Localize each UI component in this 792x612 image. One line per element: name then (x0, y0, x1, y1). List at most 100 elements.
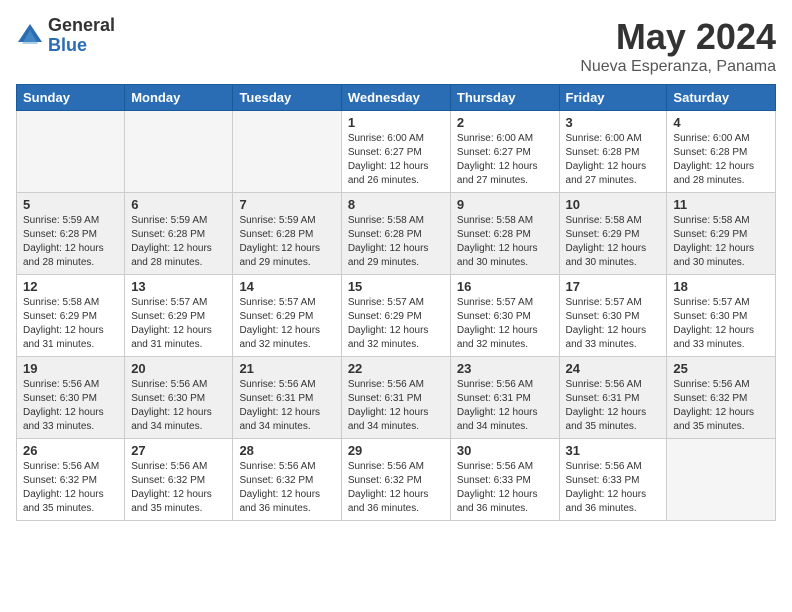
day-info: Sunrise: 5:56 AM Sunset: 6:30 PM Dayligh… (23, 378, 118, 434)
calendar-cell: 26 Sunrise: 5:56 AM Sunset: 6:32 PM Dayli… (17, 439, 125, 521)
calendar-cell: 13Sunrise: 5:57 AM Sunset: 6:29 PM Dayli… (125, 275, 233, 357)
day-number: 23 (457, 361, 553, 376)
calendar-week-row: 26 Sunrise: 5:56 AM Sunset: 6:32 PM Dayli… (17, 439, 776, 521)
calendar-cell: 3 Sunrise: 6:00 AM Sunset: 6:28 PM Daylig… (559, 111, 667, 193)
day-info: Sunrise: 5:56 AM Sunset: 6:32 PM Dayligh… (131, 460, 226, 516)
day-number: 5 (23, 197, 118, 212)
day-number: 13 (131, 279, 226, 294)
calendar-cell: 12Sunrise: 5:58 AM Sunset: 6:29 PM Dayli… (17, 275, 125, 357)
day-number: 21 (239, 361, 334, 376)
day-number: 29 (348, 443, 444, 458)
page-header: General Blue May 2024 Nueva Esperanza, P… (16, 16, 776, 76)
calendar-cell: 2 Sunrise: 6:00 AM Sunset: 6:27 PM Daylig… (450, 111, 559, 193)
day-info: Sunrise: 5:56 AM Sunset: 6:31 PM Dayligh… (457, 378, 553, 434)
day-info: Sunrise: 5:58 AM Sunset: 6:28 PM Dayligh… (457, 214, 553, 270)
calendar-cell: 21 Sunrise: 5:56 AM Sunset: 6:31 PM Dayli… (233, 357, 341, 439)
calendar-cell: 19 Sunrise: 5:56 AM Sunset: 6:30 PM Dayli… (17, 357, 125, 439)
weekday-header-thursday: Thursday (450, 85, 559, 111)
calendar-cell: 9 Sunrise: 5:58 AM Sunset: 6:28 PM Daylig… (450, 193, 559, 275)
calendar-cell (17, 111, 125, 193)
day-info: Sunrise: 5:57 AM Sunset: 6:30 PM Dayligh… (457, 296, 553, 352)
calendar-cell: 1Sunrise: 6:00 AM Sunset: 6:27 PM Daylig… (341, 111, 450, 193)
day-number: 3 (566, 115, 661, 130)
day-info: Sunrise: 5:56 AM Sunset: 6:32 PM Dayligh… (673, 378, 769, 434)
calendar-week-row: 5 Sunrise: 5:59 AM Sunset: 6:28 PM Daylig… (17, 193, 776, 275)
day-info: Sunrise: 5:58 AM Sunset: 6:29 PM Dayligh… (566, 214, 661, 270)
calendar-week-row: 12Sunrise: 5:58 AM Sunset: 6:29 PM Dayli… (17, 275, 776, 357)
day-number: 26 (23, 443, 118, 458)
logo: General Blue (16, 16, 115, 56)
day-number: 19 (23, 361, 118, 376)
day-number: 31 (566, 443, 661, 458)
day-number: 17 (566, 279, 661, 294)
day-info: Sunrise: 5:56 AM Sunset: 6:30 PM Dayligh… (131, 378, 226, 434)
calendar-week-row: 1Sunrise: 6:00 AM Sunset: 6:27 PM Daylig… (17, 111, 776, 193)
calendar-cell: 20 Sunrise: 5:56 AM Sunset: 6:30 PM Dayli… (125, 357, 233, 439)
day-number: 11 (673, 197, 769, 212)
calendar-cell: 6 Sunrise: 5:59 AM Sunset: 6:28 PM Daylig… (125, 193, 233, 275)
main-title: May 2024 (580, 16, 776, 58)
calendar-cell (667, 439, 776, 521)
calendar-cell (125, 111, 233, 193)
day-number: 30 (457, 443, 553, 458)
calendar-cell: 28Sunrise: 5:56 AM Sunset: 6:32 PM Dayli… (233, 439, 341, 521)
subtitle: Nueva Esperanza, Panama (580, 58, 776, 76)
day-number: 27 (131, 443, 226, 458)
day-number: 25 (673, 361, 769, 376)
calendar-cell (233, 111, 341, 193)
day-number: 6 (131, 197, 226, 212)
weekday-header-monday: Monday (125, 85, 233, 111)
title-section: May 2024 Nueva Esperanza, Panama (580, 16, 776, 76)
day-number: 14 (239, 279, 334, 294)
calendar-cell: 23 Sunrise: 5:56 AM Sunset: 6:31 PM Dayli… (450, 357, 559, 439)
day-info: Sunrise: 5:56 AM Sunset: 6:33 PM Dayligh… (566, 460, 661, 516)
day-info: Sunrise: 5:56 AM Sunset: 6:32 PM Dayligh… (23, 460, 118, 516)
calendar-cell: 17Sunrise: 5:57 AM Sunset: 6:30 PM Dayli… (559, 275, 667, 357)
calendar-week-row: 19 Sunrise: 5:56 AM Sunset: 6:30 PM Dayli… (17, 357, 776, 439)
calendar-cell: 11 Sunrise: 5:58 AM Sunset: 6:29 PM Dayli… (667, 193, 776, 275)
calendar-cell: 25 Sunrise: 5:56 AM Sunset: 6:32 PM Dayli… (667, 357, 776, 439)
calendar-cell: 24 Sunrise: 5:56 AM Sunset: 6:31 PM Dayli… (559, 357, 667, 439)
weekday-header-friday: Friday (559, 85, 667, 111)
day-number: 24 (566, 361, 661, 376)
calendar-cell: 8Sunrise: 5:58 AM Sunset: 6:28 PM Daylig… (341, 193, 450, 275)
day-info: Sunrise: 5:59 AM Sunset: 6:28 PM Dayligh… (131, 214, 226, 270)
day-info: Sunrise: 5:59 AM Sunset: 6:28 PM Dayligh… (23, 214, 118, 270)
day-number: 7 (239, 197, 334, 212)
day-number: 15 (348, 279, 444, 294)
day-number: 22 (348, 361, 444, 376)
day-info: Sunrise: 5:58 AM Sunset: 6:28 PM Dayligh… (348, 214, 444, 270)
weekday-header-wednesday: Wednesday (341, 85, 450, 111)
day-info: Sunrise: 6:00 AM Sunset: 6:27 PM Dayligh… (457, 132, 553, 188)
day-number: 16 (457, 279, 553, 294)
calendar-cell: 27 Sunrise: 5:56 AM Sunset: 6:32 PM Dayli… (125, 439, 233, 521)
calendar-cell: 15 Sunrise: 5:57 AM Sunset: 6:29 PM Dayli… (341, 275, 450, 357)
calendar-cell: 14 Sunrise: 5:57 AM Sunset: 6:29 PM Dayli… (233, 275, 341, 357)
calendar-cell: 7Sunrise: 5:59 AM Sunset: 6:28 PM Daylig… (233, 193, 341, 275)
day-info: Sunrise: 5:57 AM Sunset: 6:29 PM Dayligh… (239, 296, 334, 352)
calendar-cell: 4Sunrise: 6:00 AM Sunset: 6:28 PM Daylig… (667, 111, 776, 193)
logo-text: General Blue (48, 16, 115, 56)
day-number: 10 (566, 197, 661, 212)
calendar-cell: 31 Sunrise: 5:56 AM Sunset: 6:33 PM Dayli… (559, 439, 667, 521)
day-number: 9 (457, 197, 553, 212)
day-info: Sunrise: 6:00 AM Sunset: 6:28 PM Dayligh… (566, 132, 661, 188)
day-number: 4 (673, 115, 769, 130)
weekday-header-tuesday: Tuesday (233, 85, 341, 111)
day-number: 20 (131, 361, 226, 376)
calendar-cell: 30 Sunrise: 5:56 AM Sunset: 6:33 PM Dayli… (450, 439, 559, 521)
day-number: 28 (239, 443, 334, 458)
logo-icon (16, 22, 44, 50)
logo-blue-text: Blue (48, 36, 115, 56)
day-info: Sunrise: 5:57 AM Sunset: 6:29 PM Dayligh… (348, 296, 444, 352)
weekday-header-row: SundayMondayTuesdayWednesdayThursdayFrid… (17, 85, 776, 111)
day-info: Sunrise: 6:00 AM Sunset: 6:27 PM Dayligh… (348, 132, 444, 188)
day-info: Sunrise: 5:56 AM Sunset: 6:31 PM Dayligh… (239, 378, 334, 434)
day-info: Sunrise: 5:58 AM Sunset: 6:29 PM Dayligh… (23, 296, 118, 352)
day-info: Sunrise: 5:56 AM Sunset: 6:31 PM Dayligh… (566, 378, 661, 434)
day-info: Sunrise: 5:56 AM Sunset: 6:33 PM Dayligh… (457, 460, 553, 516)
day-info: Sunrise: 5:58 AM Sunset: 6:29 PM Dayligh… (673, 214, 769, 270)
calendar-cell: 10 Sunrise: 5:58 AM Sunset: 6:29 PM Dayli… (559, 193, 667, 275)
calendar-cell: 16 Sunrise: 5:57 AM Sunset: 6:30 PM Dayli… (450, 275, 559, 357)
day-number: 2 (457, 115, 553, 130)
